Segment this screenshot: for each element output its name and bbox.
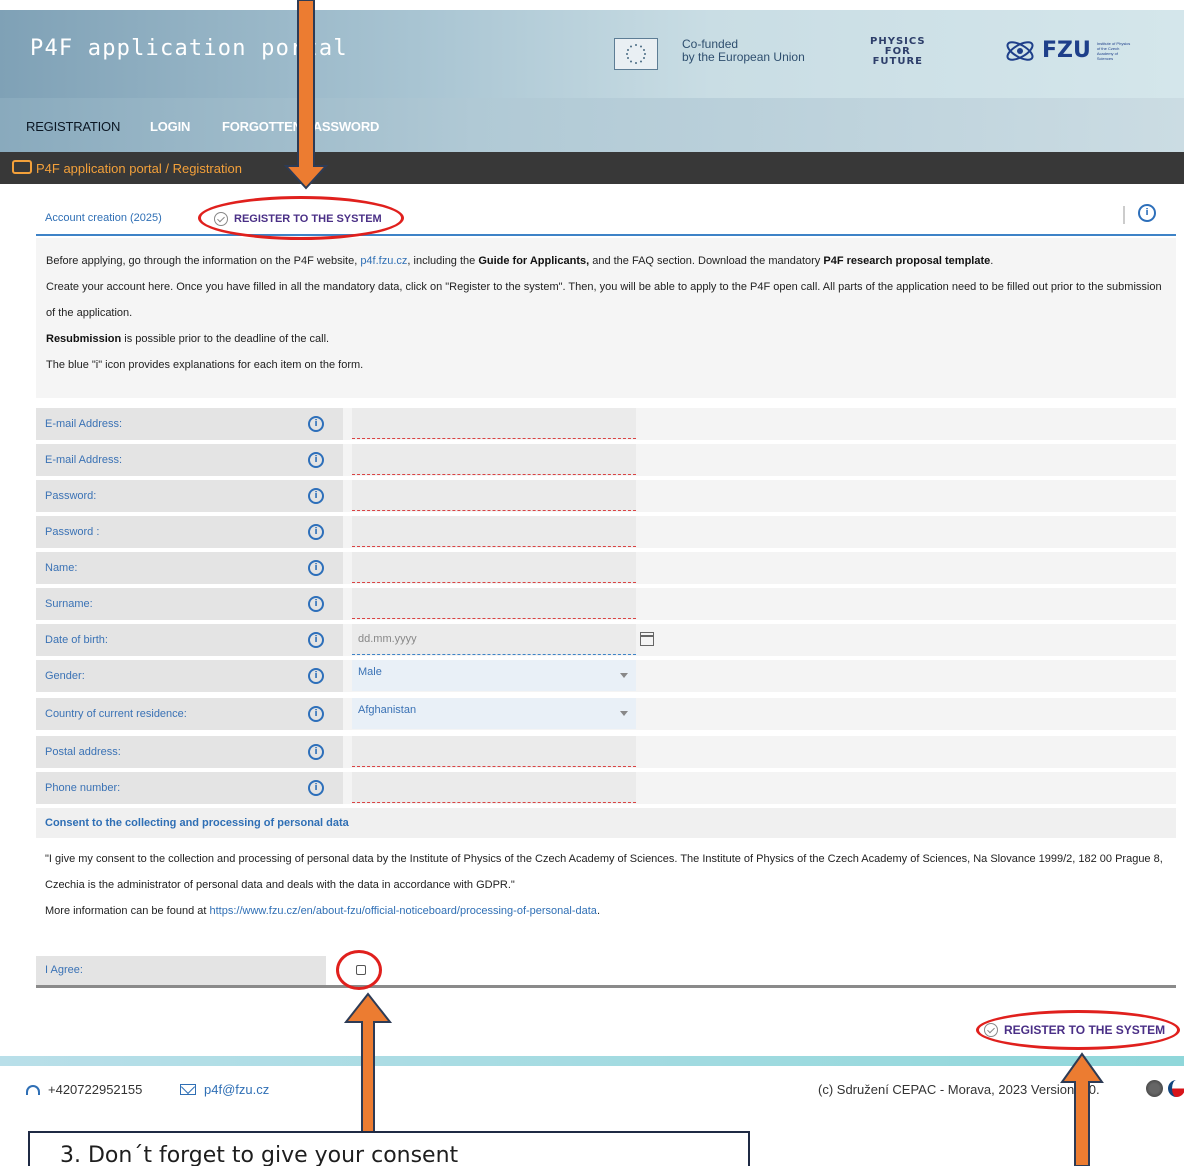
arrow-down-icon [283,0,329,190]
annotation-arrows [283,0,1104,1166]
annotation-callout: 3. Don´t forget to give your consent [28,1131,750,1166]
arrow-up-icon [1060,1052,1104,1166]
